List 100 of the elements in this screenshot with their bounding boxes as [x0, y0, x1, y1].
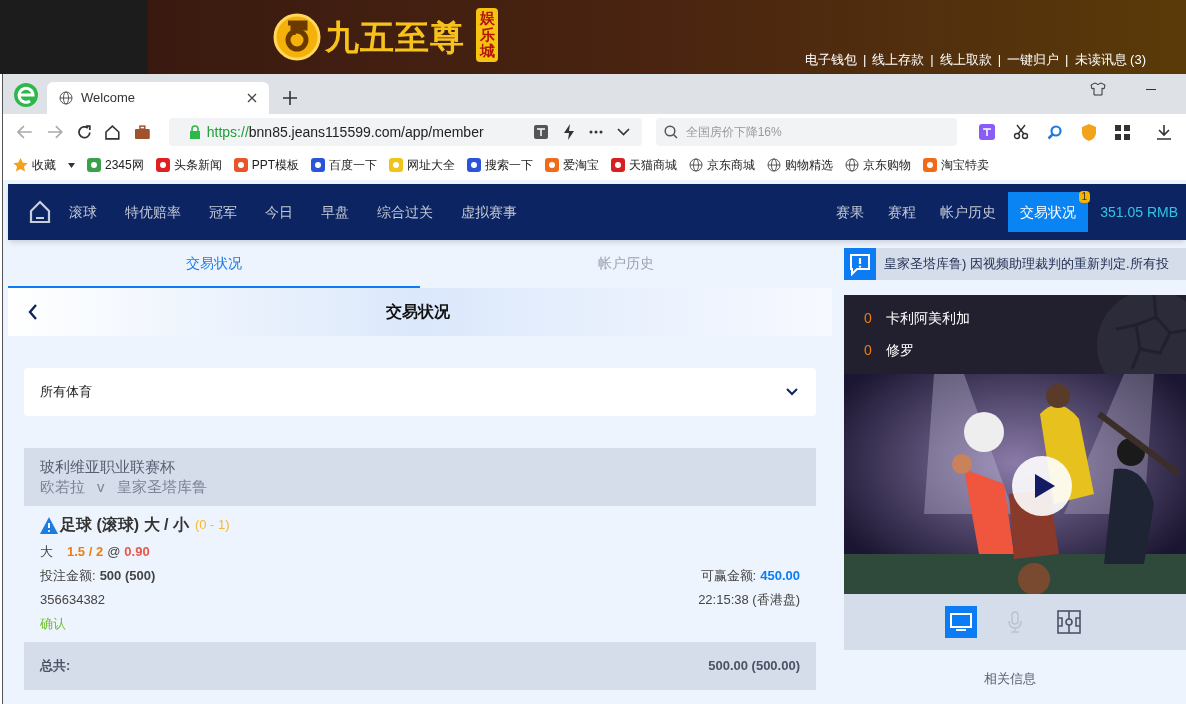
- stake-value: 500 (500): [99, 567, 156, 585]
- play-icon: [1034, 474, 1055, 498]
- team-name: 修罗: [885, 343, 914, 358]
- ticket-number: 356634382: [40, 591, 106, 609]
- apps-icon[interactable]: [1115, 124, 1131, 140]
- close-icon[interactable]: [247, 93, 257, 103]
- scissors-icon[interactable]: [1013, 124, 1030, 140]
- url-text: bnn85.jeans115599.com/app/member: [248, 122, 484, 142]
- globe-icon: [767, 158, 782, 172]
- site-icon: [545, 158, 560, 172]
- page-title: 交易状况: [386, 302, 450, 322]
- bookmark[interactable]: 京东商城: [689, 156, 756, 174]
- new-tab-icon[interactable]: [283, 91, 297, 105]
- header-link[interactable]: 线上取款: [939, 50, 992, 70]
- separator: |: [997, 51, 1002, 69]
- nav-link[interactable]: 虚拟赛事: [461, 201, 517, 223]
- bookmark[interactable]: 爱淘宝: [545, 156, 600, 174]
- team-name: 卡利阿美利加: [885, 311, 970, 326]
- browser-tab[interactable]: Welcome: [47, 82, 269, 114]
- lightning-icon[interactable]: [562, 124, 575, 140]
- nav-link[interactable]: 特优赔率: [125, 201, 181, 223]
- league-name: 玻利维亚职业联赛杯: [40, 457, 176, 477]
- nav-link[interactable]: 综合过关: [377, 201, 433, 223]
- team-name: 皇家圣塔库鲁: [116, 477, 207, 497]
- lock-icon: [188, 125, 201, 139]
- nav-link[interactable]: 帐户历史: [928, 192, 1009, 232]
- globe-icon: [59, 91, 73, 105]
- bookmark[interactable]: 收藏: [13, 156, 56, 174]
- header-link[interactable]: 一键归户: [1007, 50, 1060, 70]
- bookmark[interactable]: 购物精选: [767, 156, 834, 174]
- status-text: 确认: [40, 615, 67, 633]
- nav-link[interactable]: 交易状况 1: [1008, 192, 1089, 232]
- header-link[interactable]: 电子钱包: [804, 50, 857, 70]
- selection-text: 大: [40, 543, 53, 561]
- separator: |: [1065, 51, 1069, 69]
- minimize-icon[interactable]: [1146, 89, 1156, 91]
- chevron-down-icon: [786, 388, 798, 396]
- address-field[interactable]: https://bnn85.jeans115599.com/app/member: [168, 118, 642, 146]
- nav-link[interactable]: 滚球: [69, 201, 97, 223]
- warning-icon: [40, 516, 58, 534]
- header-link[interactable]: 未读讯息 (3): [1074, 50, 1146, 70]
- star-icon: [13, 158, 28, 172]
- search-icon: [663, 125, 678, 139]
- site-icon: [467, 158, 482, 172]
- monitor-icon: [950, 612, 972, 631]
- bookmark[interactable]: PPT模板: [233, 156, 300, 174]
- logo-badge: 娱乐城: [476, 8, 499, 62]
- team-score: 0: [864, 311, 872, 326]
- site-icon: [923, 158, 938, 172]
- odds-value: 0.90: [124, 543, 150, 561]
- site-icon: [311, 158, 326, 172]
- versus-text: v: [97, 477, 105, 497]
- header-link[interactable]: 线上存款: [872, 50, 925, 70]
- nav-link[interactable]: 今日: [265, 201, 293, 223]
- win-label: 可赢金额:: [700, 567, 757, 585]
- back-icon[interactable]: [28, 304, 38, 320]
- browser-logo-icon: [13, 82, 39, 108]
- related-info-link[interactable]: 相关信息: [984, 669, 1036, 689]
- separator: |: [862, 51, 867, 69]
- more-icon[interactable]: [588, 130, 603, 134]
- bet-time: 22:15:38 (香港盘): [698, 591, 800, 609]
- site-icon: [611, 158, 626, 172]
- briefcase-icon[interactable]: [134, 124, 151, 140]
- nav-link[interactable]: 赛程: [876, 192, 929, 232]
- nav-link[interactable]: 赛果: [824, 192, 877, 232]
- magnifier-icon[interactable]: [1047, 124, 1064, 140]
- bookmark[interactable]: 搜索一下: [467, 156, 534, 174]
- bookmark[interactable]: 网址大全: [389, 156, 456, 174]
- separator: |: [930, 51, 934, 69]
- pitch-icon: [1057, 609, 1081, 634]
- site-icon: [87, 158, 101, 172]
- translate-icon[interactable]: [979, 124, 996, 140]
- reload-icon[interactable]: [76, 124, 92, 140]
- notice-icon: [844, 248, 876, 280]
- chevron-down-icon[interactable]: [616, 128, 630, 136]
- balance: 351.05 RMB: [1100, 202, 1178, 222]
- site-icon: [155, 158, 170, 172]
- handicap-line: 1.5 / 2: [67, 543, 104, 561]
- score-text: (0 - 1): [194, 516, 230, 534]
- bookmark[interactable]: 百度一下: [311, 156, 378, 174]
- bet-title: 足球 (滚球) 大 / 小: [60, 515, 189, 535]
- bookmark[interactable]: 天猫商城: [611, 156, 678, 174]
- nav-link[interactable]: 冠军: [209, 201, 237, 223]
- stake-label: 投注金额:: [40, 567, 96, 585]
- home-icon[interactable]: [105, 124, 121, 140]
- bookmark[interactable]: 2345网: [87, 156, 144, 174]
- bookmark[interactable]: 京东购物: [845, 156, 912, 174]
- sport-dropdown[interactable]: 所有体育: [24, 368, 816, 416]
- download-icon[interactable]: [1156, 124, 1173, 140]
- bookmark[interactable]: 头条新闻: [155, 156, 222, 174]
- caret-icon[interactable]: [68, 162, 75, 168]
- media-button[interactable]: [945, 605, 977, 638]
- bookmark[interactable]: 淘宝特卖: [923, 156, 990, 174]
- logo-text: 九五至尊: [325, 19, 465, 54]
- logo-icon: [273, 12, 321, 61]
- translate-icon[interactable]: [532, 124, 549, 140]
- nav-link[interactable]: 早盘: [321, 201, 349, 223]
- site-icon: [233, 158, 248, 172]
- team-score: 0: [864, 343, 872, 358]
- shirt-icon[interactable]: [1090, 82, 1106, 96]
